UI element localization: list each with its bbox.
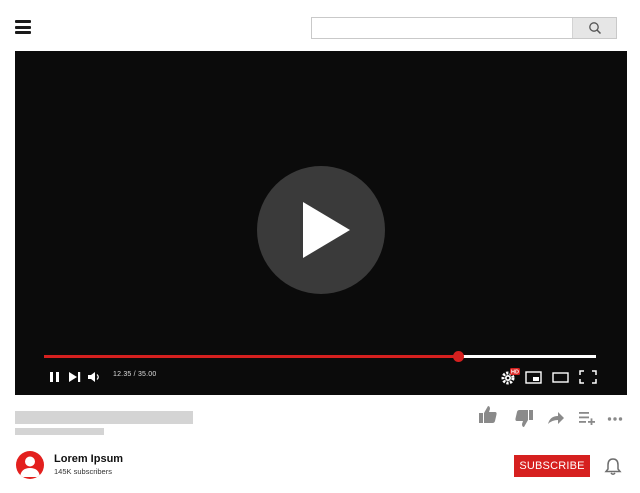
subscriber-count: 145K subscribers [54,467,112,476]
volume-icon[interactable] [87,371,101,383]
hamburger-menu-icon[interactable] [15,20,31,34]
share-icon[interactable] [547,410,565,426]
dislike-icon[interactable] [514,409,534,428]
progress-played [44,355,458,358]
fullscreen-icon[interactable] [579,370,597,384]
channel-avatar[interactable] [16,451,44,479]
play-button[interactable] [257,166,385,294]
like-icon[interactable] [478,405,498,424]
play-icon [303,202,350,258]
subscribe-button[interactable]: SUBSCRIBE [514,455,590,477]
search-input[interactable] [312,18,572,38]
miniplayer-icon[interactable] [525,371,543,384]
add-to-playlist-icon[interactable] [578,410,596,425]
search-icon [589,22,602,35]
video-meta-placeholder [15,428,104,435]
video-player[interactable]: 12.35 / 35.00 HD [15,51,627,395]
video-title-placeholder [15,411,193,424]
notification-bell-icon[interactable] [604,457,622,476]
search-bar [311,17,617,39]
progress-bar[interactable] [44,351,596,362]
progress-scrubber[interactable] [453,351,464,362]
next-icon[interactable] [68,371,82,383]
more-options-icon[interactable] [607,416,623,422]
theater-mode-icon[interactable] [552,371,570,384]
time-display: 12.35 / 35.00 [113,371,157,378]
user-icon [20,456,40,477]
hd-badge-label: HD [511,370,519,376]
settings-gear-icon[interactable]: HD [500,368,520,385]
pause-icon[interactable] [48,371,62,383]
channel-name[interactable]: Lorem Ipsum [54,453,123,465]
search-button[interactable] [572,18,616,38]
